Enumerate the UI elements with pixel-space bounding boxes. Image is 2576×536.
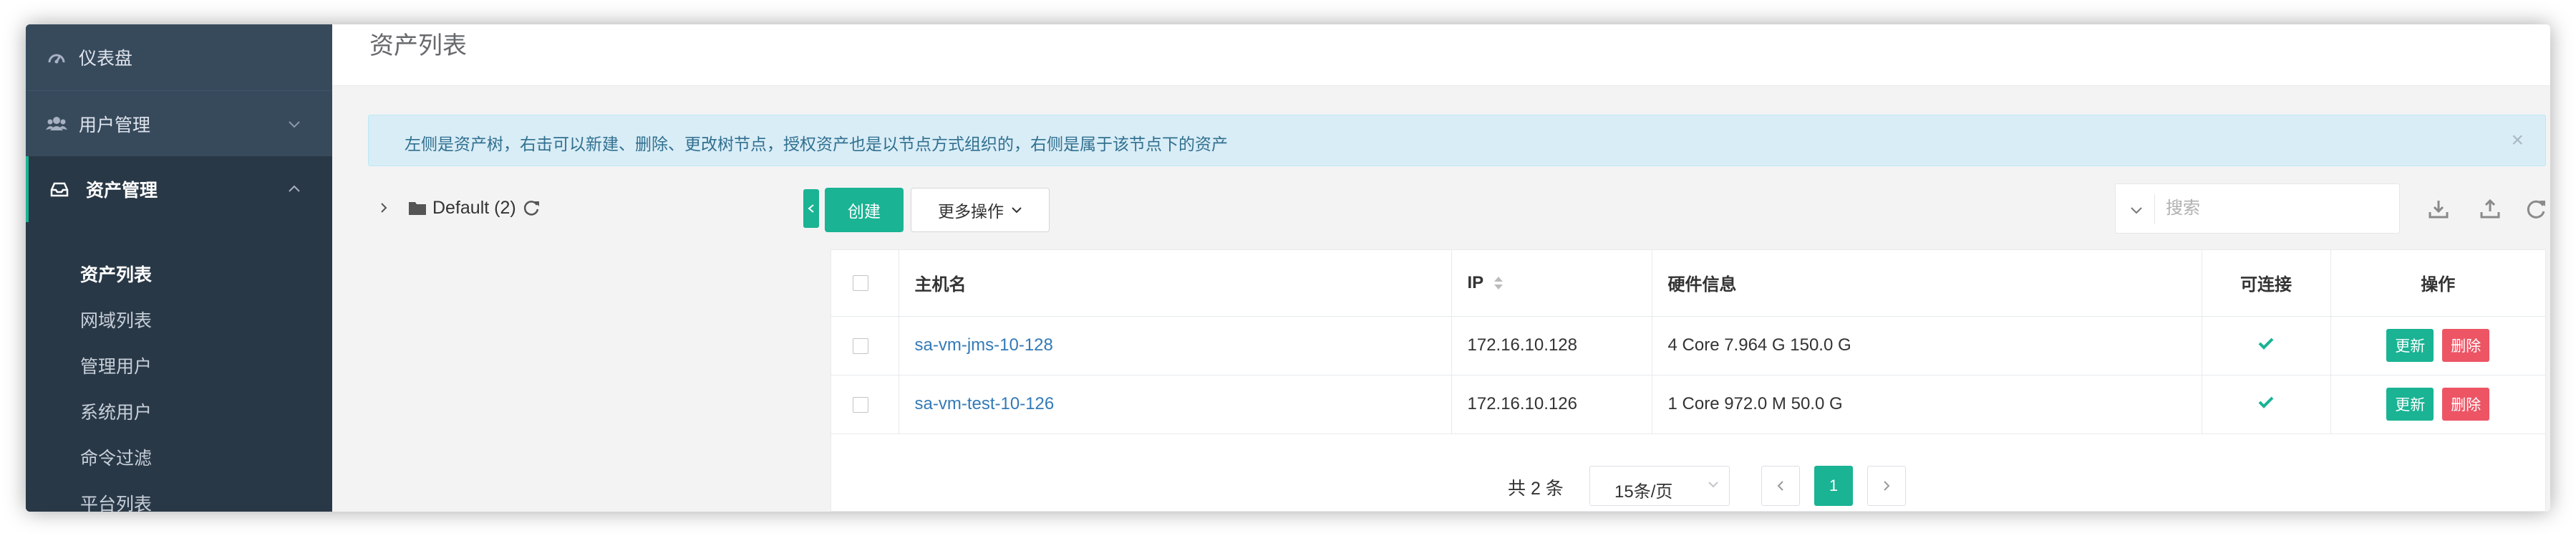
column-header-actions: 操作	[2330, 250, 2545, 317]
hardware-cell: 4 Core 7.964 G 150.0 G	[1652, 316, 2202, 375]
refresh-icon[interactable]	[2524, 198, 2547, 221]
ip-cell: 172.16.10.126	[1451, 375, 1652, 434]
actions-cell: 更新 删除	[2330, 316, 2545, 375]
hostname-link[interactable]: sa-vm-test-10-126	[915, 394, 1055, 413]
check-icon	[2258, 338, 2274, 350]
upload-icon[interactable]	[2479, 198, 2502, 221]
chevron-down-icon[interactable]	[2127, 201, 2146, 219]
next-page-button[interactable]	[1867, 466, 1906, 506]
actions-cell: 更新 删除	[2330, 375, 2545, 434]
pagination-total: 共 2 条	[1508, 479, 1564, 499]
pagination: 共 2 条 15条/页 1	[831, 463, 2546, 509]
hostname-link[interactable]: sa-vm-jms-10-128	[915, 335, 1053, 355]
delete-button[interactable]: 删除	[2442, 329, 2490, 362]
sidebar-subitem-admin-users[interactable]: 管理用户	[80, 353, 152, 378]
hardware-cell: 1 Core 972.0 M 50.0 G	[1652, 375, 2202, 434]
ip-cell: 172.16.10.128	[1451, 316, 1652, 375]
column-header-ip[interactable]: IP	[1451, 250, 1652, 317]
column-header-connectivity: 可连接	[2202, 250, 2331, 317]
chevron-right-icon	[1884, 481, 1890, 491]
table-row: sa-vm-test-10-126 172.16.10.126 1 Core 9…	[831, 375, 2545, 434]
chevron-up-icon	[289, 185, 300, 192]
tree-node-label[interactable]: Default (2)	[432, 198, 516, 219]
prev-page-button[interactable]	[1761, 466, 1800, 506]
folder-icon	[409, 202, 426, 215]
chevron-down-icon	[1012, 207, 1022, 214]
close-icon[interactable]: ×	[2511, 128, 2524, 153]
sidebar-subitem-command-filters[interactable]: 命令过滤	[80, 444, 152, 470]
info-alert: 左侧是资产树，右击可以新建、删除、更改树节点，授权资产也是以节点方式组织的，右侧…	[368, 115, 2546, 166]
sidebar-item-label: 仪表盘	[79, 49, 133, 69]
users-icon	[46, 113, 67, 135]
chevron-left-icon	[808, 204, 814, 213]
row-select-cell	[831, 375, 899, 434]
column-header-hostname[interactable]: 主机名	[899, 250, 1452, 317]
more-actions-label: 更多操作	[938, 202, 1004, 221]
sidebar: 仪表盘 用户管理 资产管理 资产列表 网域列表 管理用户 系统用户 命令过滤 平…	[26, 24, 332, 512]
hostname-cell: sa-vm-test-10-126	[899, 375, 1452, 434]
sidebar-item-users[interactable]: 用户管理	[26, 90, 332, 156]
sort-icon[interactable]	[1493, 275, 1504, 291]
sidebar-item-dashboard[interactable]: 仪表盘	[26, 24, 332, 90]
download-icon[interactable]	[2427, 198, 2450, 221]
search-divider	[2154, 194, 2155, 224]
row-select-cell	[831, 316, 899, 375]
hostname-cell: sa-vm-jms-10-128	[899, 316, 1452, 375]
page-size-value: 15条/页	[1614, 482, 1673, 502]
create-button[interactable]: 创建	[825, 188, 904, 232]
row-checkbox[interactable]	[853, 338, 868, 354]
dashboard-icon	[46, 47, 67, 68]
connectivity-cell	[2202, 375, 2331, 434]
update-button[interactable]: 更新	[2386, 388, 2434, 421]
table-header-row: 主机名 IP 硬件信息 可连接 操作	[831, 250, 2545, 317]
alert-text: 左侧是资产树，右击可以新建、删除、更改树节点，授权资产也是以节点方式组织的，右侧…	[405, 135, 1228, 153]
chevron-right-icon[interactable]	[375, 199, 392, 216]
sidebar-item-label: 资产管理	[86, 181, 158, 201]
column-header-ip-label: IP	[1467, 272, 1483, 292]
inbox-icon	[49, 178, 70, 200]
app-window: 仪表盘 用户管理 资产管理 资产列表 网域列表 管理用户 系统用户 命令过滤 平…	[26, 24, 2550, 512]
sidebar-item-label: 用户管理	[79, 115, 151, 135]
select-all-checkbox[interactable]	[853, 275, 868, 292]
refresh-icon[interactable]	[522, 198, 541, 217]
update-button[interactable]: 更新	[2386, 329, 2434, 362]
sidebar-subitem-platform-list[interactable]: 平台列表	[80, 490, 152, 512]
search-input[interactable]	[2166, 184, 2388, 233]
check-icon	[2258, 396, 2274, 408]
sidebar-subitem-asset-list[interactable]: 资产列表	[80, 261, 152, 287]
page-size-select[interactable]: 15条/页	[1589, 466, 1730, 506]
sidebar-item-assets[interactable]: 资产管理	[26, 156, 332, 222]
page-title: 资产列表	[369, 32, 467, 59]
select-all-cell	[831, 250, 899, 317]
sidebar-subitem-system-users[interactable]: 系统用户	[80, 398, 152, 424]
assets-submenu: 资产列表 网域列表 管理用户 系统用户 命令过滤 平台列表	[26, 222, 332, 512]
tree-toggle-button[interactable]	[803, 189, 819, 228]
column-header-hardware: 硬件信息	[1652, 250, 2202, 317]
connectivity-cell	[2202, 316, 2331, 375]
table-row: sa-vm-jms-10-128 172.16.10.128 4 Core 7.…	[831, 316, 2545, 375]
sidebar-subitem-domain-list[interactable]: 网域列表	[80, 307, 152, 332]
search-box	[2115, 183, 2400, 234]
page-button-current[interactable]: 1	[1814, 466, 1853, 506]
chevron-down-icon	[289, 120, 300, 128]
chevron-left-icon	[1777, 481, 1783, 491]
page-header: 资产列表	[332, 24, 2550, 86]
delete-button[interactable]: 删除	[2442, 388, 2490, 421]
asset-tree-node[interactable]: Default (2)	[375, 193, 541, 222]
chevron-down-icon	[1708, 482, 1718, 488]
row-checkbox[interactable]	[853, 396, 868, 413]
more-actions-button[interactable]: 更多操作	[911, 188, 1050, 232]
